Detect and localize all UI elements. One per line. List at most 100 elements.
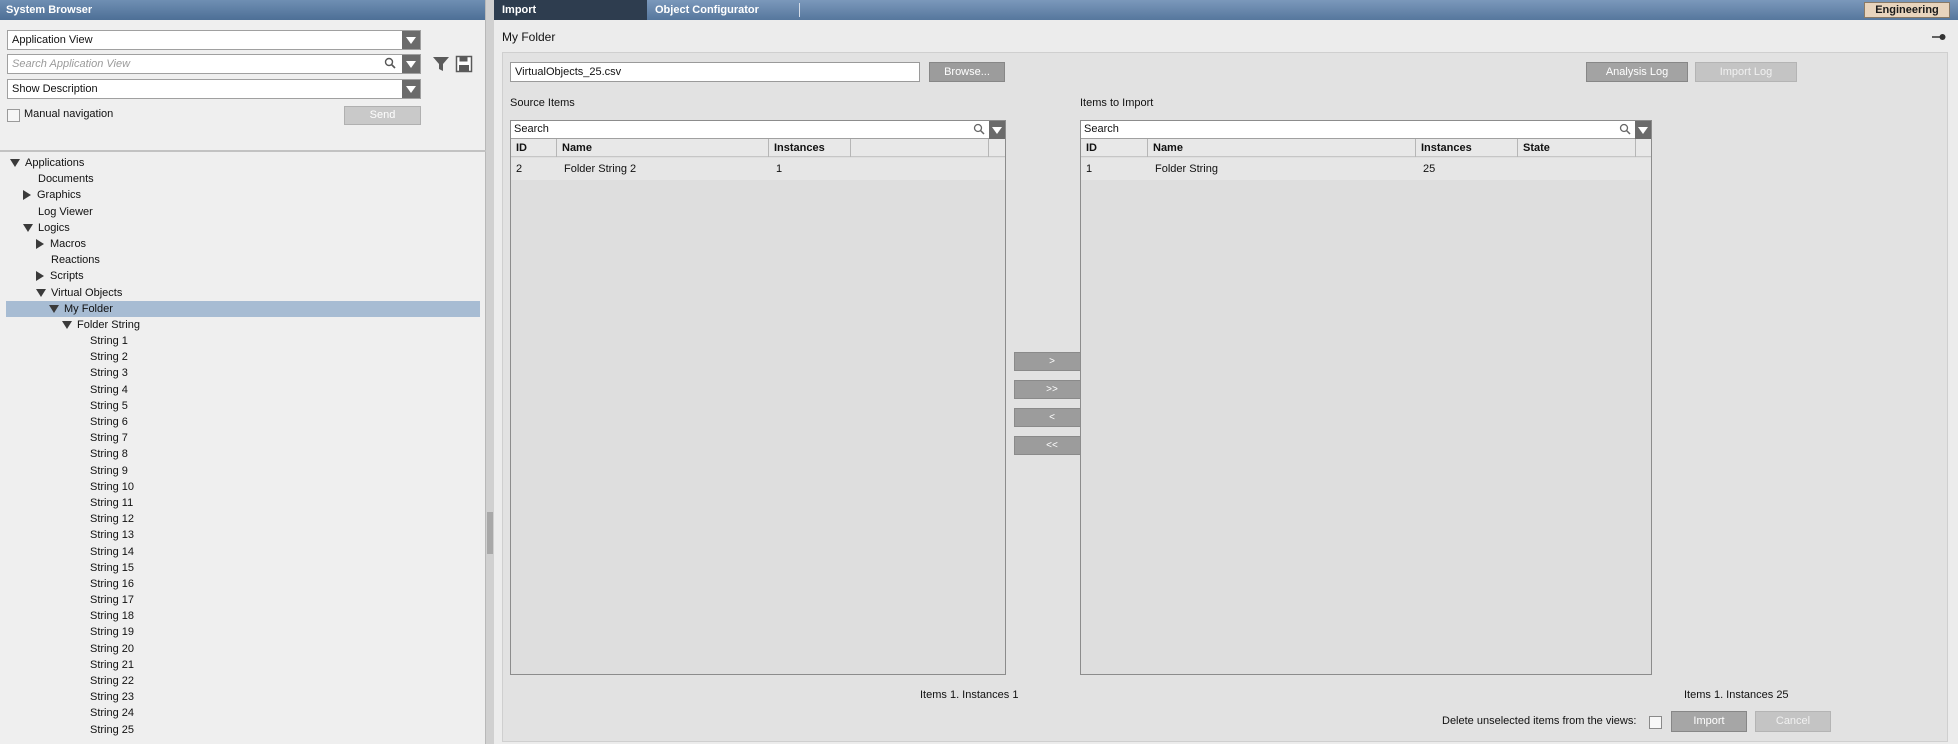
tree-item[interactable]: String 16 (6, 576, 480, 592)
import-search-input[interactable]: Search (1081, 121, 1651, 139)
remove-selected-button[interactable]: < (1014, 408, 1090, 427)
column-header-id[interactable]: ID (1081, 139, 1148, 157)
panel-splitter[interactable] (486, 0, 494, 744)
tree-item-label: String 21 (90, 658, 135, 671)
column-header-id[interactable]: ID (511, 139, 557, 157)
tree-item[interactable]: String 25 (6, 722, 480, 738)
import-panel: Import Object Configurator Engineering M… (494, 0, 1958, 744)
import-table-header: ID Name Instances State (1081, 139, 1651, 157)
tree-item[interactable]: String 8 (6, 446, 480, 462)
tree-item[interactable]: String 4 (6, 382, 480, 398)
tree-item[interactable]: String 2 (6, 349, 480, 365)
description-selector[interactable]: Show Description (7, 79, 421, 99)
view-selector[interactable]: Application View (7, 30, 421, 50)
tree-item[interactable]: String 6 (6, 414, 480, 430)
collapse-arrow-icon[interactable] (23, 190, 31, 201)
tree-item[interactable]: Documents (6, 171, 480, 187)
tree-item[interactable]: Scripts (6, 268, 480, 284)
tree-item[interactable]: String 20 (6, 641, 480, 657)
save-icon[interactable] (455, 55, 473, 73)
pin-icon[interactable] (1932, 33, 1946, 41)
chevron-down-icon[interactable] (1635, 121, 1651, 139)
tree-item[interactable]: String 17 (6, 592, 480, 608)
tree-item[interactable]: String 9 (6, 463, 480, 479)
tree-item[interactable]: String 21 (6, 657, 480, 673)
search-icon[interactable] (1619, 123, 1631, 135)
tree-item[interactable]: String 24 (6, 705, 480, 721)
splitter-grip[interactable] (487, 512, 493, 554)
tree-item[interactable]: Log Viewer (6, 204, 480, 220)
collapse-arrow-icon[interactable] (36, 271, 44, 282)
column-header-instances[interactable]: Instances (769, 139, 851, 157)
column-header-name[interactable]: Name (1148, 139, 1416, 157)
add-selected-button[interactable]: > (1014, 352, 1090, 371)
remove-all-button[interactable]: << (1014, 436, 1090, 455)
tree-item-label: String 22 (90, 675, 135, 687)
column-header-filler (851, 139, 989, 157)
collapse-arrow-icon[interactable] (36, 239, 44, 250)
view-selector-value: Application View (12, 34, 93, 46)
expand-arrow-icon[interactable] (10, 159, 20, 168)
tree-item[interactable]: String 5 (6, 398, 480, 414)
chevron-down-icon[interactable] (402, 80, 420, 98)
manual-navigation-checkbox[interactable] (7, 109, 20, 122)
expand-arrow-icon[interactable] (23, 223, 33, 232)
tree-item-label: String 20 (90, 642, 135, 655)
tree-item[interactable]: My Folder (6, 300, 480, 317)
tree-item-label: String 2 (90, 351, 128, 364)
chevron-down-icon[interactable] (989, 121, 1005, 139)
tree-item[interactable]: String 13 (6, 527, 480, 543)
application-search-input[interactable]: Search Application View (7, 54, 421, 74)
chevron-down-icon[interactable] (402, 31, 420, 49)
browse-button[interactable]: Browse... (929, 62, 1005, 82)
expand-arrow-icon[interactable] (62, 320, 72, 329)
application-tree: Applications Documents Graphics Log Viewer L… (6, 155, 480, 738)
tree-item[interactable]: String 11 (6, 495, 480, 511)
tree-item-label: String 1 (90, 335, 128, 348)
search-icon[interactable] (384, 57, 396, 69)
file-path-input[interactable]: VirtualObjects_25.csv (510, 62, 920, 82)
tree-item[interactable]: String 23 (6, 689, 480, 705)
send-button[interactable]: Send (344, 106, 421, 125)
column-header-instances[interactable]: Instances (1416, 139, 1518, 157)
expand-arrow-icon[interactable] (49, 304, 59, 313)
tree-item[interactable]: String 18 (6, 608, 480, 624)
cancel-button[interactable]: Cancel (1755, 711, 1831, 732)
source-items-label: Source Items (510, 97, 575, 109)
tree-item[interactable]: String 10 (6, 479, 480, 495)
tree-item[interactable]: String 3 (6, 365, 480, 381)
import-log-button[interactable]: Import Log (1695, 62, 1797, 82)
tree-item[interactable]: String 7 (6, 430, 480, 446)
mode-badge[interactable]: Engineering (1864, 2, 1950, 18)
column-header-state[interactable]: State (1518, 139, 1636, 157)
tree-item[interactable]: Virtual Objects (6, 285, 480, 301)
source-search-input[interactable]: Search (511, 121, 1005, 139)
add-all-button[interactable]: >> (1014, 380, 1090, 399)
tree-item[interactable]: Reactions (6, 252, 480, 268)
import-button[interactable]: Import (1671, 711, 1747, 732)
tree-item[interactable]: String 14 (6, 544, 480, 560)
chevron-down-icon[interactable] (402, 55, 420, 73)
tree-item[interactable]: Graphics (6, 187, 480, 203)
manual-navigation-label: Manual navigation (24, 108, 114, 120)
tree-item[interactable]: String 1 (6, 333, 480, 349)
search-icon[interactable] (973, 123, 985, 135)
tree-item[interactable]: Logics (6, 220, 480, 236)
tree-item[interactable]: Macros (6, 236, 480, 252)
tree-item[interactable]: Applications (6, 155, 480, 171)
delete-unselected-checkbox[interactable] (1649, 716, 1662, 729)
tab-object-configurator[interactable]: Object Configurator (647, 0, 807, 20)
table-row[interactable]: 1 Folder String 25 (1081, 158, 1651, 180)
cell-instances: 25 (1423, 163, 1436, 175)
tree-item[interactable]: String 22 (6, 673, 480, 689)
tree-item[interactable]: String 19 (6, 624, 480, 640)
column-header-name[interactable]: Name (557, 139, 769, 157)
filter-icon[interactable] (432, 55, 450, 73)
tree-item[interactable]: String 15 (6, 560, 480, 576)
tree-item[interactable]: String 12 (6, 511, 480, 527)
tab-import[interactable]: Import (494, 0, 647, 20)
tree-item[interactable]: Folder String (6, 317, 480, 333)
analysis-log-button[interactable]: Analysis Log (1586, 62, 1688, 82)
expand-arrow-icon[interactable] (36, 288, 46, 297)
table-row[interactable]: 2 Folder String 2 1 (511, 158, 1005, 180)
